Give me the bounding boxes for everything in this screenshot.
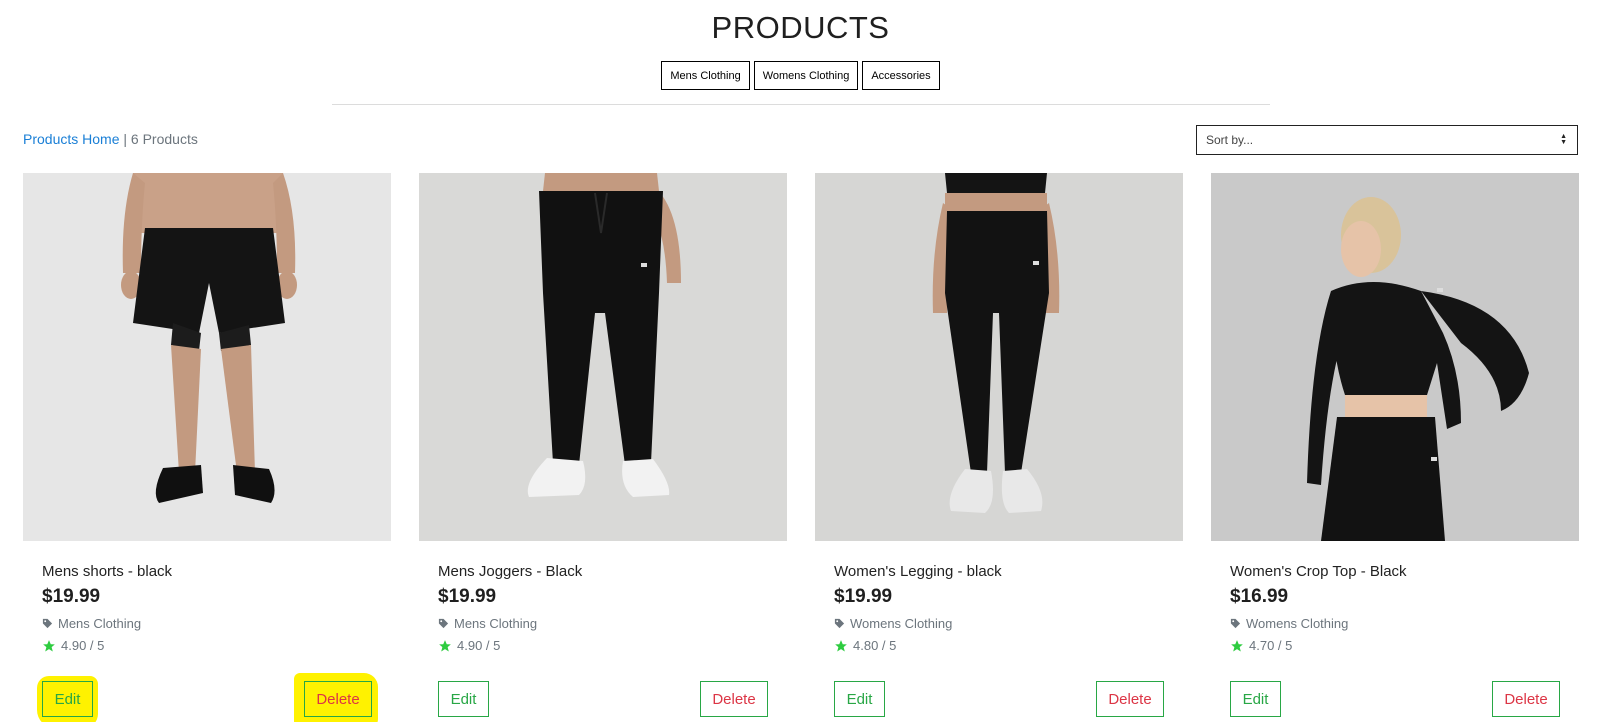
breadcrumb: Products Home | 6 Products <box>23 131 198 147</box>
product-category[interactable]: Mens Clothing <box>438 616 768 631</box>
product-price: $16.99 <box>1230 586 1289 607</box>
product-category[interactable]: Womens Clothing <box>1230 616 1560 631</box>
product-card-body: Mens shorts - black $19.99 Mens Clothing… <box>42 563 372 653</box>
product-price: $19.99 <box>42 586 101 607</box>
breadcrumb-separator: | <box>119 131 131 147</box>
product-category-label: Womens Clothing <box>850 616 953 631</box>
product-image[interactable] <box>1211 173 1579 541</box>
product-rating-value: 4.70 / 5 <box>1249 638 1293 653</box>
edit-button[interactable]: Edit <box>1230 681 1281 717</box>
star-icon <box>835 639 847 652</box>
select-arrows-icon: ▲ ▼ <box>1560 133 1567 146</box>
product-rating-value: 4.90 / 5 <box>457 638 501 653</box>
edit-button[interactable]: Edit <box>438 681 489 717</box>
product-count: 6 Products <box>130 131 198 147</box>
product-rating: 4.90 / 5 <box>42 638 372 653</box>
product-card: Mens shorts - black $19.99 Mens Clothing… <box>23 173 391 722</box>
product-name[interactable]: Mens shorts - black <box>42 563 372 580</box>
product-category-label: Womens Clothing <box>1246 616 1349 631</box>
product-image[interactable] <box>815 173 1183 541</box>
tag-icon <box>42 618 53 629</box>
delete-button[interactable]: Delete <box>700 681 768 717</box>
product-category[interactable]: Womens Clothing <box>834 616 1164 631</box>
category-button-accessories[interactable]: Accessories <box>862 61 940 90</box>
product-rating: 4.90 / 5 <box>438 638 768 653</box>
product-category-label: Mens Clothing <box>454 616 538 631</box>
page-title: PRODUCTS <box>711 10 890 45</box>
sort-select[interactable]: Sort by... ▲ ▼ <box>1196 125 1578 155</box>
product-rating-value: 4.90 / 5 <box>61 638 105 653</box>
product-name[interactable]: Mens Joggers - Black <box>438 563 768 580</box>
product-image[interactable] <box>23 173 391 541</box>
delete-button[interactable]: Delete <box>1096 681 1164 717</box>
product-name[interactable]: Women's Crop Top - Black <box>1230 563 1560 580</box>
product-card: Women's Legging - black $19.99 Womens Cl… <box>815 173 1183 717</box>
star-icon <box>1231 639 1243 652</box>
product-grid: Mens shorts - black $19.99 Mens Clothing… <box>23 173 1579 722</box>
delete-button[interactable]: Delete <box>1492 681 1560 717</box>
tag-icon <box>438 618 449 629</box>
edit-button[interactable]: Edit <box>834 681 885 717</box>
product-card-body: Mens Joggers - Black $19.99 Mens Clothin… <box>438 563 768 653</box>
product-rating: 4.80 / 5 <box>834 638 1164 653</box>
product-name[interactable]: Women's Legging - black <box>834 563 1164 580</box>
product-card: Mens Joggers - Black $19.99 Mens Clothin… <box>419 173 787 717</box>
category-button-mens-clothing[interactable]: Mens Clothing <box>661 61 750 90</box>
product-price: $19.99 <box>438 586 497 607</box>
edit-button[interactable]: Edit <box>42 681 93 717</box>
product-image[interactable] <box>419 173 787 541</box>
product-category[interactable]: Mens Clothing <box>42 616 372 631</box>
product-rating: 4.70 / 5 <box>1230 638 1560 653</box>
product-card-body: Women's Crop Top - Black $16.99 Womens C… <box>1230 563 1560 653</box>
tag-icon <box>1230 618 1241 629</box>
category-button-womens-clothing[interactable]: Womens Clothing <box>753 61 859 90</box>
tag-icon <box>834 618 845 629</box>
delete-button[interactable]: Delete <box>304 681 372 717</box>
products-home-link[interactable]: Products Home <box>23 131 119 147</box>
star-icon <box>439 639 451 652</box>
product-category-label: Mens Clothing <box>58 616 142 631</box>
sort-select-value: Sort by... <box>1206 133 1254 147</box>
category-nav: Mens Clothing Womens Clothing Accessorie… <box>0 61 1601 90</box>
product-card: Women's Crop Top - Black $16.99 Womens C… <box>1211 173 1579 717</box>
divider <box>332 104 1270 105</box>
product-rating-value: 4.80 / 5 <box>853 638 897 653</box>
star-icon <box>43 639 55 652</box>
product-card-body: Women's Legging - black $19.99 Womens Cl… <box>834 563 1164 653</box>
product-price: $19.99 <box>834 586 893 607</box>
